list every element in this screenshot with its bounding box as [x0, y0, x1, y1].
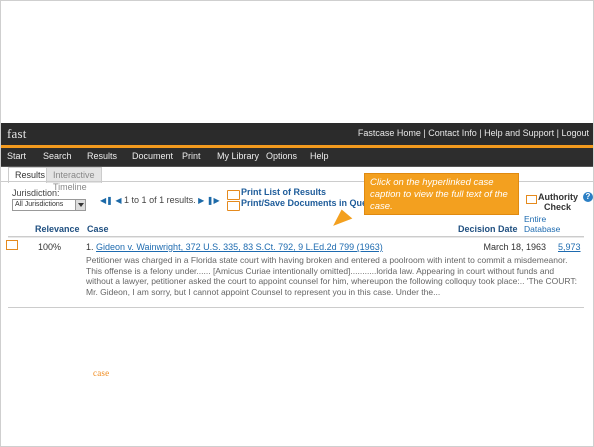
- help-icon[interactable]: ?: [583, 192, 593, 202]
- pager: ◀❚ ◀ 1 to 1 of 1 results. ▶ ❚▶: [100, 195, 220, 205]
- fastcase-logo[interactable]: fast case: [7, 126, 109, 378]
- result-case: 1. Gideon v. Wainwright, 372 U.S. 335, 8…: [86, 242, 383, 252]
- jurisdiction-select[interactable]: All Jurisdictions: [12, 199, 86, 211]
- header-links[interactable]: Fastcase Home | Contact Info | Help and …: [358, 128, 589, 138]
- prev-page-icon[interactable]: ◀: [115, 196, 121, 205]
- pager-text: 1 to 1 of 1 results.: [124, 195, 196, 205]
- nav-search[interactable]: Search: [43, 151, 72, 161]
- result-relevance: 100%: [38, 242, 62, 252]
- last-page-icon[interactable]: ❚▶: [207, 196, 220, 205]
- result-cites-link[interactable]: 5,973: [558, 242, 581, 252]
- nav-results[interactable]: Results: [87, 151, 117, 161]
- header-divider-shadow: [8, 237, 584, 238]
- jurisdiction-label: Jurisdiction:: [12, 188, 60, 198]
- result-decision-date: March 18, 1963: [483, 242, 546, 252]
- queue-document-icon[interactable]: [6, 240, 18, 250]
- print-docs-link[interactable]: Print/Save Documents in Queue: [241, 198, 378, 208]
- nav-my-library[interactable]: My Library: [217, 151, 259, 161]
- case-caption-link[interactable]: Gideon v. Wainwright, 372 U.S. 335, 83 S…: [96, 242, 383, 252]
- nav-print[interactable]: Print: [182, 151, 201, 161]
- nav-help[interactable]: Help: [310, 151, 329, 161]
- results-header: Relevance Case Decision Date: [1, 222, 593, 236]
- decision-date-column-header[interactable]: Decision Date: [458, 224, 518, 234]
- case-column-header[interactable]: Case: [87, 224, 109, 234]
- result-snippet: Petitioner was charged in a Florida stat…: [86, 255, 577, 297]
- chevron-down-icon: [75, 200, 85, 210]
- result-number: 1.: [86, 242, 94, 252]
- next-page-icon[interactable]: ▶: [198, 196, 204, 205]
- print-list-icon[interactable]: [227, 190, 240, 200]
- main-nav: Start Search Results Document Print My L…: [1, 148, 593, 167]
- header-bar: fast case Fastcase Home | Contact Info | …: [1, 123, 593, 378]
- tutorial-callout: Click on the hyperlinked case caption to…: [364, 173, 519, 215]
- print-list-link[interactable]: Print List of Results: [241, 187, 326, 197]
- print-docs-icon[interactable]: [227, 201, 240, 211]
- first-page-icon[interactable]: ◀❚: [100, 196, 113, 205]
- nav-options[interactable]: Options: [266, 151, 297, 161]
- relevance-column-header[interactable]: Relevance: [35, 224, 80, 234]
- results-divider: [8, 307, 584, 308]
- authority-check[interactable]: Authority Check: [524, 190, 578, 212]
- nav-document[interactable]: Document: [132, 151, 173, 161]
- nav-start[interactable]: Start: [7, 151, 26, 161]
